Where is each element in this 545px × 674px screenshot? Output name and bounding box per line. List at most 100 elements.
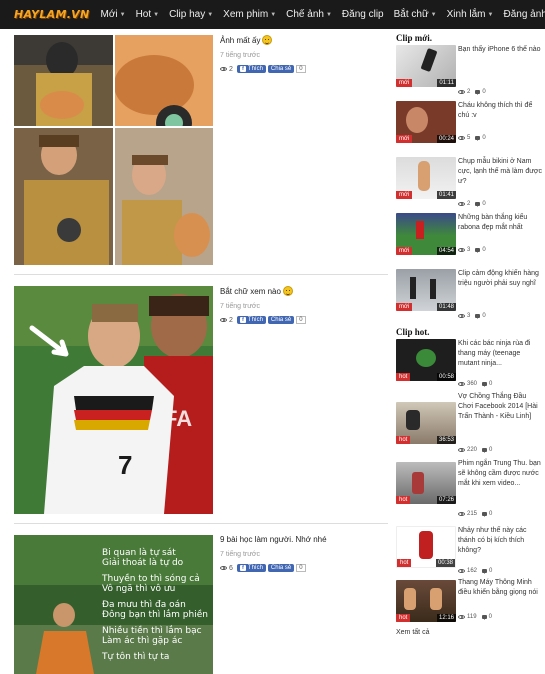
comment-icon	[475, 314, 481, 319]
nav-item-moi[interactable]: Mới ▼	[96, 9, 131, 20]
clip-item[interactable]: mới 04:54 Những bàn thắng kiểu rabona đẹ…	[396, 213, 542, 269]
post-info: 9 bài học làm người. Nhớ nhé 7 tiếng trư…	[220, 535, 390, 572]
clip-moi-heading[interactable]: Clip mới.	[396, 33, 542, 45]
eye-icon	[458, 615, 465, 619]
facebook-like-button[interactable]: f Thích	[236, 564, 266, 572]
poster-line: Nhiều tiền thì lắm bạc	[102, 626, 202, 636]
clip-duration: 04:54	[436, 247, 456, 255]
chevron-down-icon: ▼	[119, 11, 126, 18]
facebook-share-button[interactable]: Chia sẻ	[267, 316, 295, 324]
eye-icon	[458, 512, 465, 516]
facebook-like-button[interactable]: f Thích	[236, 65, 266, 73]
nav-item-dang-clip[interactable]: Đăng clip	[337, 9, 389, 20]
clip-item[interactable]: mới 00:24 Cháu không thích thì để chú :v…	[396, 101, 542, 157]
clip-title[interactable]: Clip cảm động khiến hàng triệu người phả…	[458, 269, 542, 289]
site-logo[interactable]: HAYLAM.VN	[14, 8, 90, 21]
clip-thumbnail[interactable]: hot 07:26	[396, 462, 456, 504]
chevron-down-icon: ▼	[270, 11, 277, 18]
facebook-like-button[interactable]: f Thích	[236, 316, 266, 324]
clip-thumbnail[interactable]: hot 36:53	[396, 402, 456, 444]
clip-title[interactable]: Chụp mẫu bikini ở Nam cực, lạnh thế mà l…	[458, 157, 542, 187]
clip-title[interactable]: Bạn thấy iPhone 6 thế nào	[458, 45, 542, 55]
nav-item-xinh-lam[interactable]: Xinh lắm ▼	[442, 9, 499, 20]
clip-thumbnail[interactable]: hot 00:38	[396, 526, 456, 568]
clip-item[interactable]: mới 01:11 Bạn thấy iPhone 6 thế nào 20	[396, 45, 542, 101]
clip-title[interactable]: Nhảy như thế này các thánh có bị kích th…	[458, 526, 542, 556]
clip-thumbnail[interactable]: mới 01:41	[396, 157, 456, 199]
clip-item[interactable]: mới 01:41 Chụp mẫu bikini ở Nam cực, lạn…	[396, 157, 542, 213]
clip-title[interactable]: Thang Máy Thông Minh điều khiển bằng giọ…	[458, 578, 542, 598]
clip-thumbnail[interactable]: mới 01:11	[396, 45, 456, 87]
clip-stats: 360 0	[458, 381, 492, 387]
clip-item[interactable]: hot 12:16 Thang Máy Thông Minh điều khiể…	[396, 578, 542, 628]
share-row: 2 f Thích Chia sẻ 0	[220, 65, 390, 73]
clip-title[interactable]: Phim ngắn Trung Thu. bạn sẽ không cầm đư…	[458, 459, 542, 489]
facebook-icon: f	[239, 66, 246, 72]
clip-item[interactable]: hot 00:58 Khi các bác ninja rùa đi thang…	[396, 339, 542, 392]
post-time: 7 tiếng trước	[220, 52, 261, 59]
clip-thumbnail[interactable]: mới 00:24	[396, 101, 456, 143]
post-card: Bi quan là tự sát Giải thoát là tự do Th…	[14, 535, 390, 674]
comment-icon	[475, 90, 481, 95]
eye-icon	[458, 382, 465, 386]
post-title[interactable]: Ảnh mất ấy	[220, 35, 390, 45]
clip-title[interactable]: Cháu không thích thì để chú :v	[458, 101, 542, 121]
clip-item[interactable]: hot 07:26 Phim ngắn Trung Thu. bạn sẽ kh…	[396, 459, 542, 526]
nav-label: Xinh lắm	[446, 9, 486, 20]
clip-stats: 119 0	[458, 614, 492, 620]
badge-hot: hot	[396, 496, 411, 504]
facebook-share-button[interactable]: Chia sẻ	[267, 65, 295, 73]
comment-icon	[481, 615, 487, 620]
nav-item-dang-anh[interactable]: Đăng ảnh▼	[498, 9, 545, 20]
badge-hot: hot	[396, 614, 411, 622]
poster-line: Đông bạn thì lắm phiền	[102, 610, 208, 620]
iphone-shape	[420, 47, 438, 73]
person-shape	[404, 588, 416, 610]
clip-title[interactable]: Vợ Chồng Thắng Đầu Chơi Facebook 2014 [H…	[458, 392, 542, 422]
post-image[interactable]	[14, 35, 213, 265]
post-image[interactable]: FA 7	[14, 286, 213, 514]
nav-item-xem-phim[interactable]: Xem phim ▼	[218, 9, 281, 20]
badge-new: mới	[396, 135, 413, 143]
clip-item[interactable]: hot 36:53 Vợ Chồng Thắng Đầu Chơi Facebo…	[396, 392, 542, 459]
poster-line: Đa mưu thì đa oán	[102, 600, 186, 610]
nav-label: Bắt chữ	[393, 9, 429, 20]
nav-item-bat-chu[interactable]: Bắt chữ ▼	[389, 9, 442, 20]
person-shape	[430, 588, 442, 610]
football-player-photo: FA 7	[14, 286, 213, 514]
eye-icon	[220, 67, 227, 71]
post-title[interactable]: 9 bài học làm người. Nhớ nhé	[220, 535, 390, 544]
comment-icon	[482, 448, 488, 453]
clip-thumbnail[interactable]: hot 12:16	[396, 580, 456, 622]
share-row: 2 f Thích Chia sẻ 0	[220, 316, 390, 324]
nav-item-clip-hay[interactable]: Clip hay ▼	[164, 9, 218, 20]
facebook-share-button[interactable]: Chia sẻ	[267, 564, 295, 572]
firefighter-cat-photo	[14, 35, 213, 265]
clip-stats: 30	[458, 247, 486, 253]
comment-icon	[482, 512, 488, 517]
badge-new: mới	[396, 191, 413, 199]
eye-icon	[458, 202, 465, 206]
clip-title[interactable]: Những bàn thắng kiểu rabona đẹp mắt nhất	[458, 213, 542, 233]
share-count: 0	[296, 316, 306, 324]
post-title[interactable]: Bắt chữ xem nào	[220, 286, 390, 296]
clip-item[interactable]: hot 00:38 Nhảy như thế này các thánh có …	[396, 526, 542, 578]
post-image[interactable]: Bi quan là tự sát Giải thoát là tự do Th…	[14, 535, 213, 674]
clip-thumbnail[interactable]: mới 01:48	[396, 269, 456, 311]
chevron-down-icon: ▼	[153, 11, 160, 18]
nav-item-che-anh[interactable]: Chế ảnh ▼	[281, 9, 337, 20]
smiley-icon	[262, 35, 273, 45]
post-time: 7 tiếng trước	[220, 551, 261, 558]
clip-item[interactable]: mới 01:48 Clip cảm động khiến hàng triệu…	[396, 269, 542, 325]
clip-hot-heading[interactable]: Clip hot.	[396, 327, 542, 339]
post-info: Ảnh mất ấy 7 tiếng trước 2 f Thích Chia s…	[220, 35, 390, 73]
clip-thumbnail[interactable]: mới 04:54	[396, 213, 456, 255]
share-row: 6 f Thích Chia sẻ 0	[220, 564, 390, 572]
see-all-link[interactable]: Xem tất cả	[396, 629, 429, 636]
clip-title[interactable]: Khi các bác ninja rùa đi thang máy (teen…	[458, 339, 542, 369]
nav-item-hot[interactable]: Hot ▼	[131, 9, 165, 20]
clip-stats: 162 0	[458, 568, 492, 574]
clip-thumbnail[interactable]: hot 00:58	[396, 339, 456, 381]
badge-hot: hot	[396, 436, 411, 444]
clip-stats: 20	[458, 89, 486, 95]
